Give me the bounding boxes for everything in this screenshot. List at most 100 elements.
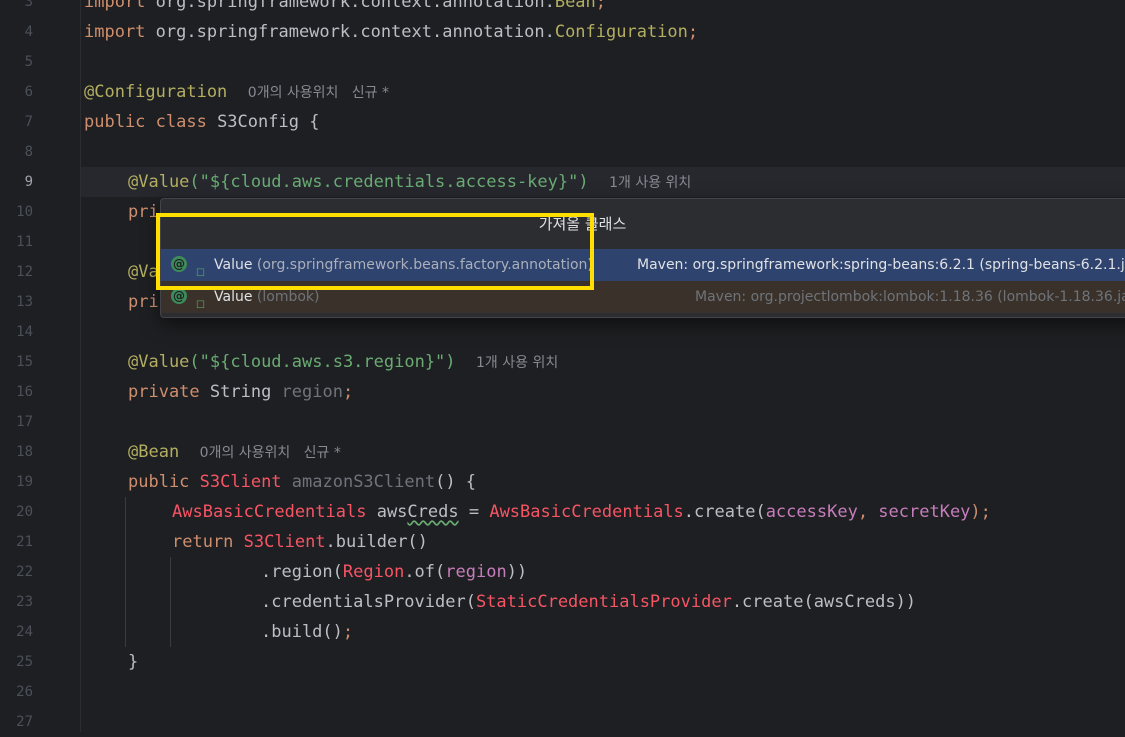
annotation: @Bean xyxy=(128,442,180,462)
import-option-label: Value (org.springframework.beans.factory… xyxy=(214,257,593,273)
field-ref: accessKey xyxy=(765,502,858,522)
type-name: S3Client xyxy=(199,472,282,492)
class-name: Bean xyxy=(554,0,596,12)
code-line[interactable]: AwsBasicCredentials awsCreds = AwsBasicC… xyxy=(172,497,991,527)
brace: } xyxy=(128,652,139,672)
line-number[interactable]: 4 xyxy=(0,17,33,47)
annotation-icon: @ xyxy=(171,288,187,304)
line-number[interactable]: 3 xyxy=(0,0,33,17)
usage-hint[interactable]: 1개 사용 위치 xyxy=(609,175,691,191)
line-number[interactable]: 25 xyxy=(0,647,33,677)
method-call: .build() xyxy=(261,622,343,642)
type-name: StaticCredentialsProvider xyxy=(475,592,732,612)
brace: { xyxy=(298,112,320,132)
class-name: S3Config xyxy=(217,112,299,132)
code-line[interactable]: import org.springframework.context.annot… xyxy=(84,0,606,17)
indent-guide xyxy=(170,557,171,647)
annotation: @Value xyxy=(128,172,190,192)
line-number[interactable]: 16 xyxy=(0,377,33,407)
method-call: .builder() xyxy=(325,532,428,552)
usage-hint[interactable]: 0개의 사용위치 신규 * xyxy=(200,445,341,461)
type-name: AwsBasicCredentials xyxy=(489,502,684,522)
code-line[interactable]: @Va xyxy=(128,257,159,287)
annotation: @Value xyxy=(128,352,190,372)
method-call: .create( xyxy=(683,502,766,522)
import-option-label: Value (lombok) xyxy=(214,289,320,305)
code-line[interactable]: private String region; xyxy=(128,377,353,407)
line-number[interactable]: 8 xyxy=(0,137,33,167)
variable-name: aws xyxy=(366,502,408,522)
package-path: org.springframework.context.annotation. xyxy=(145,22,555,42)
field-ref: secretKey xyxy=(878,502,971,522)
type-name: Region xyxy=(342,562,405,582)
line-number[interactable]: 21 xyxy=(0,527,33,557)
variable-name-typo: Creds xyxy=(407,502,459,522)
method-name: amazonS3Client xyxy=(281,472,436,492)
type-name: S3Client xyxy=(243,532,326,552)
code-line[interactable]: pri xyxy=(128,287,159,317)
line-number[interactable]: 20 xyxy=(0,497,33,527)
line-number[interactable]: 9 xyxy=(0,167,33,197)
line-number[interactable]: 14 xyxy=(0,317,33,347)
line-number[interactable]: 22 xyxy=(0,557,33,587)
string-literal: ("${cloud.aws.credentials.access-key}") xyxy=(189,172,589,192)
annotation-icon: @ xyxy=(171,256,187,272)
popup-title: 가져올 클래스 xyxy=(538,215,627,233)
operator: = xyxy=(458,502,490,522)
line-number[interactable]: 24 xyxy=(0,617,33,647)
line-number[interactable]: 23 xyxy=(0,587,33,617)
code-line[interactable]: @Bean 0개의 사용위치 신규 * xyxy=(128,437,341,467)
keyword: public class xyxy=(84,112,218,132)
package-path: org.springframework.context.annotation. xyxy=(145,0,555,12)
method-call: .credentialsProvider( xyxy=(261,592,476,612)
comma: , xyxy=(857,502,879,522)
public-access-icon: ☐ xyxy=(196,300,205,311)
code-line[interactable]: .credentialsProvider(StaticCredentialsPr… xyxy=(261,587,916,617)
code-editor[interactable]: 3 4 5 6 7 8 9 10 11 12 13 14 15 16 17 18 19 20 21 22 23 24 25 2… xyxy=(0,0,1125,732)
usage-hint[interactable]: 0개의 사용위치 신규 * xyxy=(248,85,389,101)
line-number-gutter: 3 4 5 6 7 8 9 10 11 12 13 14 15 16 17 18 19 20 21 22 23 24 25 2… xyxy=(0,0,81,732)
semicolon: ; xyxy=(342,382,354,402)
line-number[interactable]: 6 xyxy=(0,77,33,107)
code-line[interactable]: public S3Client amazonS3Client() { xyxy=(128,467,476,497)
code-line[interactable]: return S3Client.builder() xyxy=(172,527,428,557)
code-line[interactable]: @Configuration 0개의 사용위치 신규 * xyxy=(84,77,389,107)
class-name: Configuration xyxy=(554,22,688,42)
method-call: .region( xyxy=(261,562,343,582)
code-line[interactable]: @Value("${cloud.aws.s3.region}") 1개 사용 위… xyxy=(128,347,558,377)
code-line[interactable]: import org.springframework.context.annot… xyxy=(84,17,698,47)
method-call: .create(awsCreds)) xyxy=(731,592,917,612)
code-line[interactable]: public class S3Config { xyxy=(84,107,319,137)
indent-guide xyxy=(125,497,126,647)
keyword: import xyxy=(84,0,146,12)
annotation: @Configuration xyxy=(84,82,228,102)
line-number[interactable]: 27 xyxy=(0,707,33,737)
params: () { xyxy=(435,472,477,492)
line-number[interactable]: 12 xyxy=(0,257,33,287)
line-number[interactable]: 7 xyxy=(0,107,33,137)
semicolon: ; xyxy=(342,622,354,642)
code-line[interactable]: } xyxy=(128,647,138,677)
line-number[interactable]: 13 xyxy=(0,287,33,317)
method-call: .of( xyxy=(404,562,446,582)
code-line[interactable]: .build(); xyxy=(261,617,353,647)
semicolon: ; xyxy=(595,0,607,12)
semicolon: ); xyxy=(970,502,991,522)
code-line[interactable]: @Value("${cloud.aws.credentials.access-k… xyxy=(128,167,691,197)
import-option-lombok-value[interactable]: @ ☐ Value (lombok) Maven: org.projectlom… xyxy=(161,281,1125,313)
field-ref: region xyxy=(445,562,507,582)
keyword: public xyxy=(128,472,200,492)
line-number[interactable]: 19 xyxy=(0,467,33,497)
type-name: String xyxy=(209,382,282,402)
keyword: return xyxy=(172,532,244,552)
code-line[interactable]: .region(Region.of(region)) xyxy=(261,557,527,587)
usage-hint[interactable]: 1개 사용 위치 xyxy=(476,355,558,371)
line-number[interactable]: 17 xyxy=(0,407,33,437)
line-number[interactable]: 26 xyxy=(0,677,33,707)
line-number[interactable]: 5 xyxy=(0,47,33,77)
import-option-spring-value[interactable]: @ ☐ Value (org.springframework.beans.fac… xyxy=(161,249,1125,281)
line-number[interactable]: 15 xyxy=(0,347,33,377)
keyword: import xyxy=(84,22,146,42)
import-option-source: Maven: org.springframework:spring-beans:… xyxy=(637,257,1125,273)
line-number[interactable]: 18 xyxy=(0,437,33,467)
